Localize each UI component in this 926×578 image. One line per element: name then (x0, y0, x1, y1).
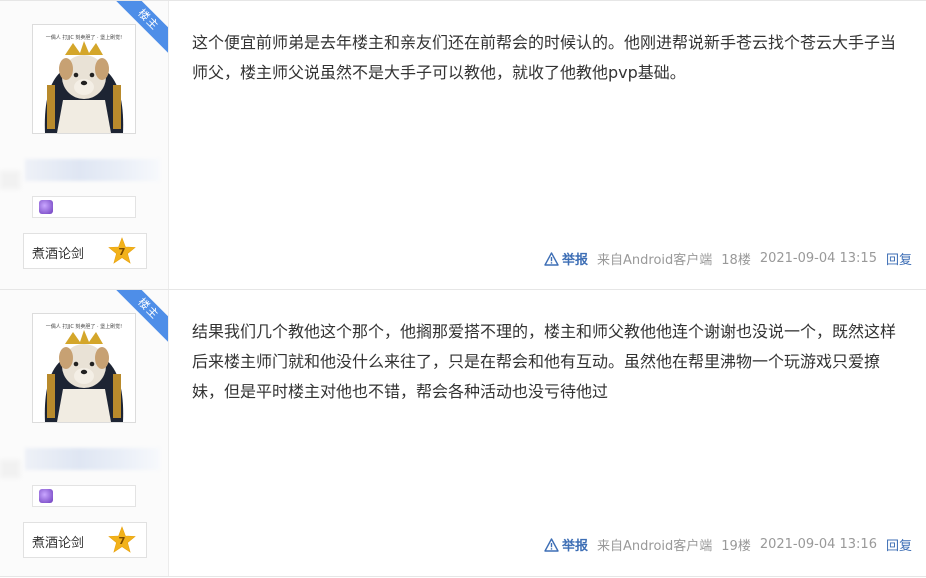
reply-link[interactable]: 回复 (886, 535, 912, 554)
badge-gem-icon (39, 489, 53, 503)
blurred-username-fragment (0, 460, 20, 478)
avatar-caption: 一偶人 打JJC 刻卖胆了 · 堡上刷觉! (46, 323, 122, 330)
badge-bar (32, 196, 136, 218)
badge-bar (32, 485, 136, 507)
post-time: 2021-09-04 13:16 (759, 537, 877, 552)
level-star-icon: 7 (108, 237, 136, 264)
post-time: 2021-09-04 13:15 (759, 251, 877, 266)
avatar[interactable]: 一偶人 打JJC 刻卖胆了 · 堡上刷觉! (32, 313, 136, 423)
report-label: 举报 (562, 253, 589, 268)
client-source: 来自Android客户端 (597, 253, 713, 268)
author-panel: 楼主 一偶人 打JJC 刻卖胆了 · 堡上刷觉! 煮酒论剑 7 (0, 1, 169, 289)
floor-number: 18楼 (721, 253, 751, 268)
post-content: 结果我们几个教他这个那个，他搁那爱搭不理的，楼主和师父教他他连个谢谢也没说一个，… (192, 322, 897, 401)
author-panel: 楼主 一偶人 打JJC 刻卖胆了 · 堡上刷觉! 煮酒论剑 7 (0, 290, 169, 576)
post-meta: 举报 来自Android客户端 19楼 2021-09-04 13:16 回复 (544, 535, 912, 554)
report-link[interactable]: 举报 (544, 249, 588, 268)
report-link[interactable]: 举报 (544, 535, 588, 554)
post-content: 这个便宜前师弟是去年楼主和亲友们还在前帮会的时候认的。他刚进帮说新手苍云找个苍云… (192, 33, 897, 82)
post-meta: 举报 来自Android客户端 18楼 2021-09-04 13:15 回复 (544, 249, 912, 268)
post-floor-19: 楼主 一偶人 打JJC 刻卖胆了 · 堡上刷觉! 煮酒论剑 7 结果我们几个教他… (0, 290, 926, 577)
username-blurred[interactable] (25, 448, 160, 470)
level-number: 7 (119, 247, 126, 258)
reply-link[interactable]: 回复 (886, 249, 912, 268)
level-box[interactable]: 煮酒论剑 7 (23, 233, 147, 269)
level-name: 煮酒论剑 (32, 536, 85, 551)
client-source: 来自Android客户端 (597, 539, 713, 554)
level-box[interactable]: 煮酒论剑 7 (23, 522, 147, 558)
username-blurred[interactable] (25, 159, 160, 181)
avatar-caption: 一偶人 打JJC 刻卖胆了 · 堡上刷觉! (46, 34, 122, 41)
level-name: 煮酒论剑 (32, 247, 85, 262)
floor-number: 19楼 (721, 539, 751, 554)
avatar[interactable]: 一偶人 打JJC 刻卖胆了 · 堡上刷觉! (32, 24, 136, 134)
post-floor-18: 楼主 一偶人 打JJC 刻卖胆了 · 堡上刷觉! 煮酒论剑 7 这个便宜前师弟是… (0, 0, 926, 290)
report-label: 举报 (562, 539, 589, 554)
blurred-username-fragment (0, 171, 20, 189)
warning-triangle-icon (544, 537, 559, 552)
level-star-icon: 7 (108, 526, 136, 553)
warning-triangle-icon (544, 251, 559, 266)
badge-gem-icon (39, 200, 53, 214)
level-number: 7 (119, 536, 126, 547)
